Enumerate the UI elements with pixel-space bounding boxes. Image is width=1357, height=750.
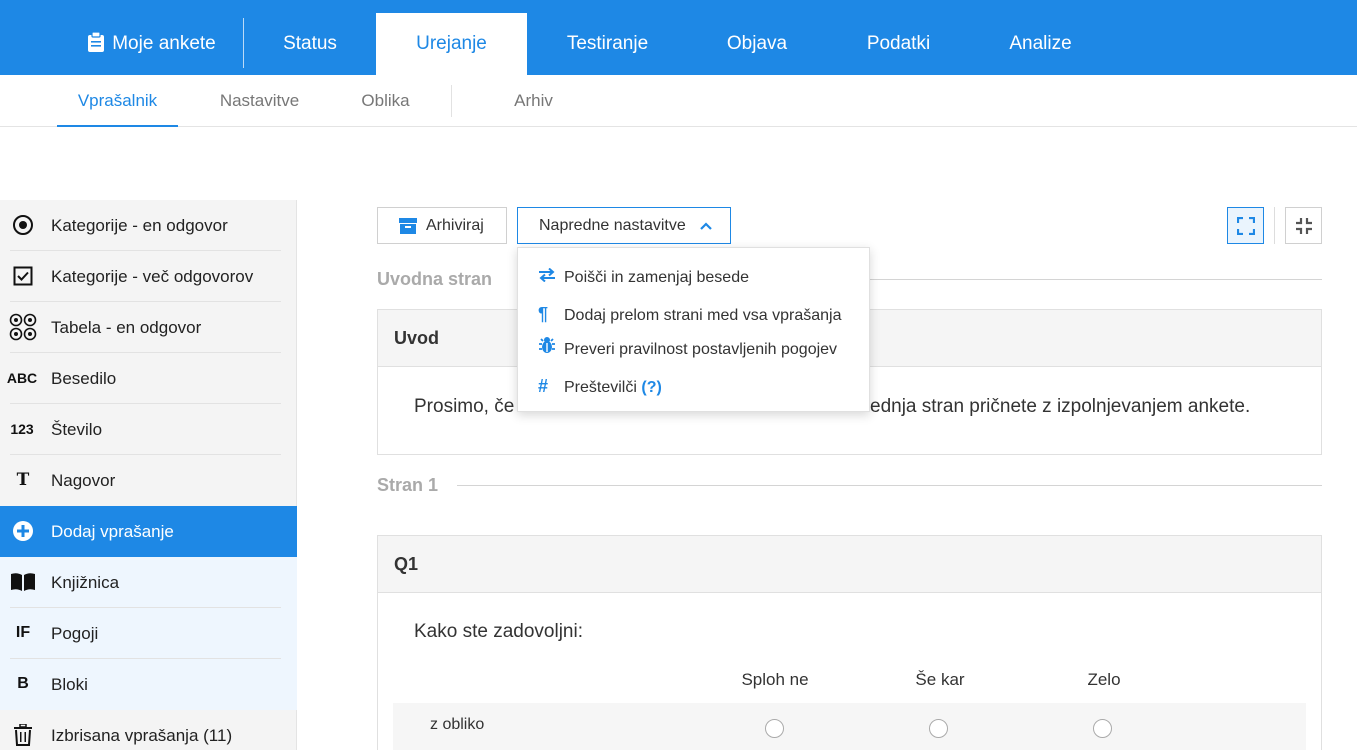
- section-intro-title: Uvodna stran: [377, 269, 493, 289]
- sidebar-item-label: Dodaj vprašanje: [51, 522, 174, 541]
- checkbox-icon: [8, 263, 38, 289]
- pilcrow-icon: ¶: [538, 304, 549, 324]
- tab-podatki[interactable]: Podatki: [838, 0, 959, 75]
- section-intro-line: [870, 279, 1322, 280]
- intro-text-left: Prosimo, če: [414, 396, 515, 417]
- sidebar-item-stevilo[interactable]: 123 Število: [0, 404, 297, 455]
- menu-item-label: Dodaj prelom strani med vsa vprašanja: [564, 307, 842, 324]
- trash-icon: [8, 722, 38, 748]
- menu-item-label: Preveri pravilnost postavljenih pogojev: [564, 341, 838, 358]
- compress-icon: [1296, 218, 1312, 234]
- sidebar-item-label: Kategorije - en odgovor: [51, 216, 228, 235]
- sidebar-item-label: Knjižnica: [51, 573, 120, 592]
- subtab-vprasalnik[interactable]: Vprašalnik: [57, 75, 178, 127]
- column-header: Zelo: [1087, 670, 1121, 689]
- radio-button[interactable]: [929, 719, 948, 738]
- collapse-button[interactable]: [1285, 207, 1322, 244]
- sidebar-item-nagovor[interactable]: T Nagovor: [0, 455, 297, 506]
- tab-urejanje[interactable]: Urejanje: [376, 13, 527, 75]
- sidebar-item-besedilo[interactable]: ABC Besedilo: [0, 353, 297, 404]
- bug-icon: [538, 335, 564, 365]
- expand-icon: [1237, 217, 1255, 235]
- tab-objava[interactable]: Objava: [697, 0, 817, 75]
- advanced-settings-dropdown: Poišči in zamenjaj besede ¶ Dodaj prelom …: [517, 247, 870, 412]
- sidebar-item-label: Izbrisana vprašanja (11): [51, 726, 233, 745]
- sidebar-item-kategorije-vec[interactable]: Kategorije - več odgovorov: [0, 251, 297, 302]
- sidebar-item-pogoji[interactable]: IF Pogoji: [0, 608, 297, 659]
- chevron-up-icon: [700, 222, 712, 230]
- sidebar-item-label: Tabela - en odgovor: [51, 318, 202, 337]
- section-page1-line: [457, 485, 1322, 486]
- archive-button-label: Arhiviraj: [426, 217, 484, 234]
- number-icon: 123: [10, 421, 34, 437]
- clipboard-icon: [88, 32, 105, 52]
- subtab-oblika[interactable]: Oblika: [340, 75, 431, 127]
- menu-item-check-conditions[interactable]: Preveri pravilnost postavljenih pogojev: [538, 335, 837, 365]
- tab-testiranje[interactable]: Testiranje: [537, 0, 678, 75]
- top-navigation: Moje ankete Status Urejanje Testiranje O…: [0, 0, 1357, 75]
- question-text: Kako ste zadovoljni:: [414, 621, 583, 642]
- text-icon: ABC: [6, 370, 38, 386]
- column-header: Sploh ne: [741, 670, 809, 689]
- question-type-sidebar: Kategorije - en odgovor Kategorije - več…: [0, 200, 297, 750]
- menu-item-label: Preštevilči: [564, 379, 637, 396]
- toolbar-divider: [1274, 207, 1275, 244]
- help-link[interactable]: (?): [641, 379, 661, 396]
- sidebar-item-tabela[interactable]: Tabela - en odgovor: [0, 302, 297, 353]
- nav-divider: [243, 18, 244, 68]
- column-header: Še kar: [915, 670, 965, 689]
- swap-icon: [538, 263, 564, 293]
- menu-item-find-replace[interactable]: Poišči in zamenjaj besede: [538, 263, 749, 293]
- sidebar-item-kategorije-en[interactable]: Kategorije - en odgovor: [0, 200, 297, 251]
- menu-item-label: Poišči in zamenjaj besede: [564, 269, 749, 286]
- if-icon: IF: [15, 624, 31, 641]
- nav-my-surveys-label: Moje ankete: [112, 33, 216, 54]
- sidebar-item-label: Kategorije - več odgovorov: [51, 267, 254, 286]
- hash-icon: #: [538, 376, 549, 396]
- advanced-settings-button[interactable]: Napredne nastavitve: [517, 207, 731, 244]
- subnav-divider: [451, 85, 452, 117]
- book-icon: [8, 569, 38, 595]
- subtab-nastavitve[interactable]: Nastavitve: [199, 75, 320, 127]
- plus-circle-icon: [8, 518, 38, 544]
- fullscreen-button[interactable]: [1227, 207, 1264, 244]
- subtab-arhiv[interactable]: Arhiv: [493, 75, 574, 127]
- intro-text-right: ednja stran pričnete z izpolnjevanjem an…: [870, 396, 1251, 417]
- table-row: [393, 703, 1306, 750]
- menu-item-page-break[interactable]: ¶ Dodaj prelom strani med vsa vprašanja: [538, 299, 841, 329]
- block-icon: B: [17, 675, 29, 692]
- radio-button[interactable]: [765, 719, 784, 738]
- sub-navigation: Vprašalnik Nastavitve Oblika Arhiv: [0, 75, 1357, 127]
- row-label: z obliko: [430, 716, 485, 733]
- nav-my-surveys[interactable]: Moje ankete: [60, 0, 244, 75]
- sidebar-item-bloki[interactable]: B Bloki: [0, 659, 297, 710]
- tab-analize[interactable]: Analize: [980, 0, 1101, 75]
- advanced-settings-label: Napredne nastavitve: [539, 217, 686, 234]
- text-t-icon: T: [16, 470, 30, 490]
- sidebar-item-dodaj-vprasanje[interactable]: Dodaj vprašanje: [0, 506, 297, 557]
- section-page1-title: Stran 1: [377, 475, 439, 495]
- archive-box-icon: [399, 218, 417, 234]
- sidebar-item-knjiznica[interactable]: Knjižnica: [0, 557, 297, 608]
- tab-status[interactable]: Status: [254, 0, 366, 75]
- question-id: Q1: [378, 536, 1321, 593]
- archive-button[interactable]: Arhiviraj: [377, 207, 507, 244]
- table-radio-icon: [8, 313, 38, 341]
- sidebar-item-label: Število: [51, 420, 103, 439]
- radio-button[interactable]: [1093, 719, 1112, 738]
- sidebar-item-label: Bloki: [51, 675, 88, 694]
- menu-item-renumber[interactable]: # Preštevilči (?): [538, 371, 662, 401]
- sidebar-item-label: Nagovor: [51, 471, 116, 490]
- sidebar-item-label: Besedilo: [51, 369, 117, 388]
- radio-dot-icon: [8, 212, 38, 238]
- sidebar-item-label: Pogoji: [51, 624, 99, 643]
- sidebar-item-izbrisana[interactable]: Izbrisana vprašanja (11): [0, 710, 297, 750]
